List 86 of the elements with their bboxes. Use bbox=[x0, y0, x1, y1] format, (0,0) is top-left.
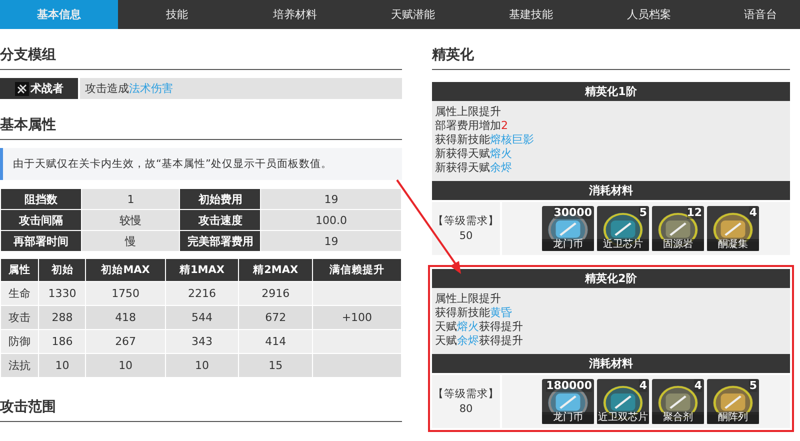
item-name: 龙门币 bbox=[542, 412, 594, 424]
header-cell: 攻击速度 bbox=[180, 210, 260, 230]
table-cell: 343 bbox=[166, 330, 238, 353]
effect-line: 获得新技能熔核巨影 bbox=[435, 133, 535, 147]
item-count: 5 bbox=[639, 206, 647, 219]
column-header: 精2MAX bbox=[239, 259, 312, 281]
item-name: 近卫芯片 bbox=[597, 239, 649, 251]
section-heading: 攻击范围 bbox=[0, 398, 402, 422]
table-cell: 攻击 bbox=[1, 306, 38, 329]
column-header: 初始MAX bbox=[86, 259, 165, 281]
item-count: 4 bbox=[749, 206, 757, 219]
table-cell: 288 bbox=[39, 306, 86, 329]
table-cell: 544 bbox=[166, 306, 238, 329]
table-cell: 10 bbox=[86, 354, 165, 377]
table-cell: 15 bbox=[239, 354, 312, 377]
module-name: 术战者 bbox=[30, 81, 64, 96]
header-cell: 攻击间隔 bbox=[1, 210, 81, 230]
column-header: 初始 bbox=[39, 259, 86, 281]
module-description: 攻击造成法术伤害 bbox=[78, 78, 173, 99]
item-count: 5 bbox=[749, 379, 757, 392]
table-cell: 法抗 bbox=[1, 354, 38, 377]
table-cell: 19 bbox=[261, 189, 401, 209]
stage-title: 精英化1阶 bbox=[432, 82, 790, 101]
effect-line: 属性上限提升 bbox=[435, 105, 502, 119]
table-cell: 672 bbox=[239, 306, 312, 329]
header-cell: 完美部署费用 bbox=[180, 231, 260, 251]
column-header: 精1MAX bbox=[166, 259, 238, 281]
column-header: 属性 bbox=[1, 259, 38, 281]
effect-line: 新获得天赋熔火 bbox=[435, 147, 513, 161]
effect-line: 新获得天赋余烬 bbox=[435, 161, 513, 175]
header-cell: 再部署时间 bbox=[1, 231, 81, 251]
header-cell: 阻挡数 bbox=[1, 189, 81, 209]
section-heading: 分支模组 bbox=[0, 46, 402, 70]
table-cell: 1750 bbox=[86, 282, 165, 305]
item-count: 4 bbox=[639, 379, 647, 392]
nav-tab[interactable]: 天赋潜能 bbox=[354, 0, 472, 29]
table-cell: 414 bbox=[239, 330, 312, 353]
item-count: 180000 bbox=[546, 379, 592, 392]
table-cell: 防御 bbox=[1, 330, 38, 353]
table-cell: 1330 bbox=[39, 282, 86, 305]
table-cell: 267 bbox=[86, 330, 165, 353]
table-cell: 2216 bbox=[166, 282, 238, 305]
table-cell: 2916 bbox=[239, 282, 312, 305]
table-cell: 418 bbox=[86, 306, 165, 329]
table-cell: 生命 bbox=[1, 282, 38, 305]
item-name: 龙门币 bbox=[542, 239, 594, 251]
table-cell: 10 bbox=[166, 354, 238, 377]
effect-line: 天赋余烬获得提升 bbox=[435, 334, 524, 348]
section-heading: 精英化 bbox=[432, 46, 790, 70]
level-label: 【等级需求】 bbox=[433, 214, 499, 228]
effect-line: 部署费用增加2 bbox=[435, 119, 509, 133]
table-cell: +100 bbox=[312, 306, 401, 329]
table-cell: 1 bbox=[82, 189, 180, 209]
item-name: 酮凝集 bbox=[707, 239, 759, 251]
table-cell: 10 bbox=[39, 354, 86, 377]
column-header: 满信赖提升 bbox=[312, 259, 401, 281]
materials-title: 消耗材料 bbox=[432, 354, 790, 373]
item-name: 近卫双芯片 bbox=[597, 412, 649, 424]
item-name: 酮阵列 bbox=[707, 412, 759, 424]
item-name: 聚合剂 bbox=[652, 412, 704, 424]
nav-tab[interactable]: 技能 bbox=[118, 0, 236, 29]
item-count: 30000 bbox=[554, 206, 592, 219]
nav-tab[interactable]: 人员档案 bbox=[590, 0, 708, 29]
effect-line: 获得新技能黄昏 bbox=[435, 306, 513, 320]
level-value: 80 bbox=[459, 402, 473, 416]
module-icon bbox=[14, 82, 28, 96]
nav-tab[interactable]: 培养材料 bbox=[236, 0, 354, 29]
table-cell: 19 bbox=[261, 231, 401, 251]
table-cell: 慢 bbox=[82, 231, 180, 251]
nav-tab[interactable]: 语音台 bbox=[708, 0, 800, 29]
header-cell: 初始费用 bbox=[180, 189, 260, 209]
effect-line: 属性上限提升 bbox=[435, 292, 502, 306]
section-heading: 基本属性 bbox=[0, 116, 402, 140]
level-value: 50 bbox=[459, 228, 473, 244]
materials-title: 消耗材料 bbox=[432, 181, 790, 200]
effect-line: 天赋熔火获得提升 bbox=[435, 320, 524, 334]
stage-title: 精英化2阶 bbox=[432, 269, 790, 288]
table-cell: 100.0 bbox=[261, 210, 401, 230]
item-name: 固源岩 bbox=[652, 239, 704, 251]
level-label: 【等级需求】 bbox=[433, 386, 499, 402]
table-cell: 186 bbox=[39, 330, 86, 353]
table-cell: 较慢 bbox=[82, 210, 180, 230]
nav-tab[interactable]: 基建技能 bbox=[472, 0, 590, 29]
note-text: 由于天赋仅在关卡内生效，故“基本属性”处仅显示干员面板数值。 bbox=[13, 158, 332, 170]
item-count: 4 bbox=[694, 379, 702, 392]
item-count: 12 bbox=[686, 206, 702, 219]
